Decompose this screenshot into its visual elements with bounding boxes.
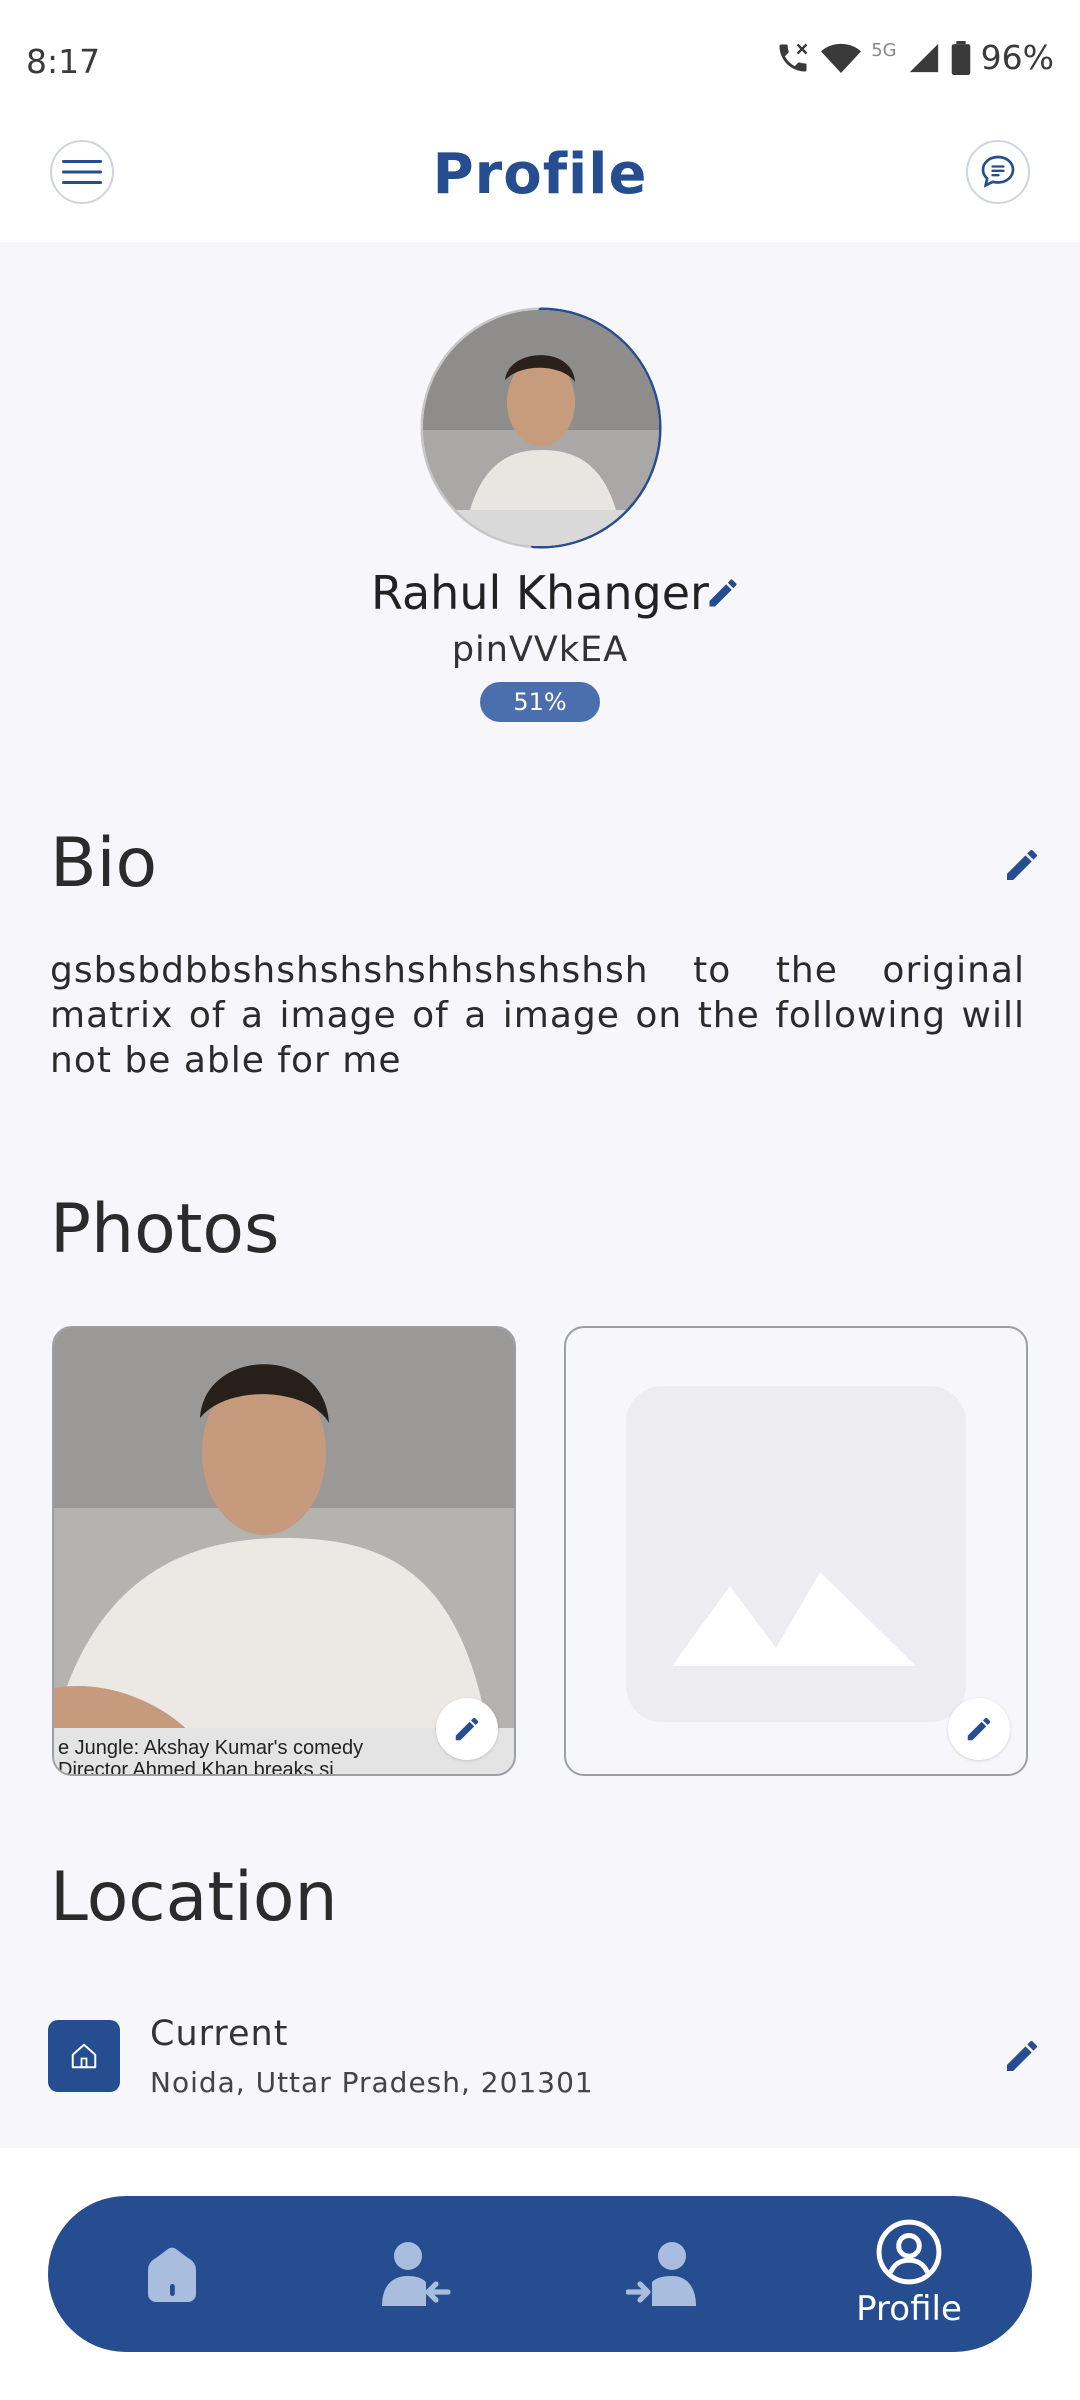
battery-icon [951,40,970,75]
photos-title: Photos [50,1190,280,1269]
call-icon [779,43,808,71]
chat-bubble-icon [981,155,1015,188]
nav-profile[interactable]: Profile [830,2196,988,2352]
profile-icon [876,2219,942,2285]
edit-name-button[interactable] [705,575,741,615]
signal-icon [909,43,938,72]
pencil-icon [1007,850,1037,880]
pencil-icon [709,579,737,607]
bio-title: Bio [50,824,158,903]
nav-profile-label: Profile [856,2289,962,2329]
nav-home[interactable] [108,2196,236,2352]
status-icons: 5G 96% [775,38,1054,77]
page-title: Profile [432,142,648,207]
profile-username: pinVVkEA [451,630,629,670]
location-address: Noida, Uttar Pradesh, 201301 [150,2066,594,2099]
wifi-icon [821,43,862,73]
sent-requests-icon [626,2242,696,2306]
edit-photo-1-button[interactable] [436,1698,498,1760]
home-outline-icon [71,2043,97,2069]
edit-photo-2-button[interactable] [948,1698,1010,1760]
edit-location-button[interactable] [1002,2036,1042,2080]
pencil-icon [967,1717,991,1741]
network-type: 5G [871,40,897,61]
profile-name: Rahul Khanger [371,566,709,620]
image-placeholder-icon [672,1572,916,1666]
location-title: Location [50,1858,338,1937]
location-home-badge [48,2020,120,2092]
image-placeholder [626,1386,966,1722]
status-time: 8:17 [26,42,101,81]
location-label: Current [150,2014,289,2054]
photo-caption-line-2: Director Ahmed Khan breaks si [58,1759,334,1776]
nav-incoming-requests[interactable] [352,2196,480,2352]
incoming-requests-icon [382,2242,451,2306]
completion-badge: 51% [480,682,600,722]
battery-percent: 96% [980,38,1054,77]
bio-text: gsbsbdbbshshshshshhshshshsh to the origi… [50,950,1025,1081]
edit-bio-button[interactable] [1002,845,1042,889]
photo-caption-line-1: e Jungle: Akshay Kumar's comedy [58,1737,363,1759]
home-icon [148,2247,196,2302]
pencil-icon [1007,2041,1037,2071]
avatar[interactable] [423,310,659,546]
pencil-icon [455,1717,479,1741]
nav-sent-requests[interactable] [598,2196,726,2352]
chat-button[interactable] [966,140,1030,204]
avatar-photo [423,310,659,546]
